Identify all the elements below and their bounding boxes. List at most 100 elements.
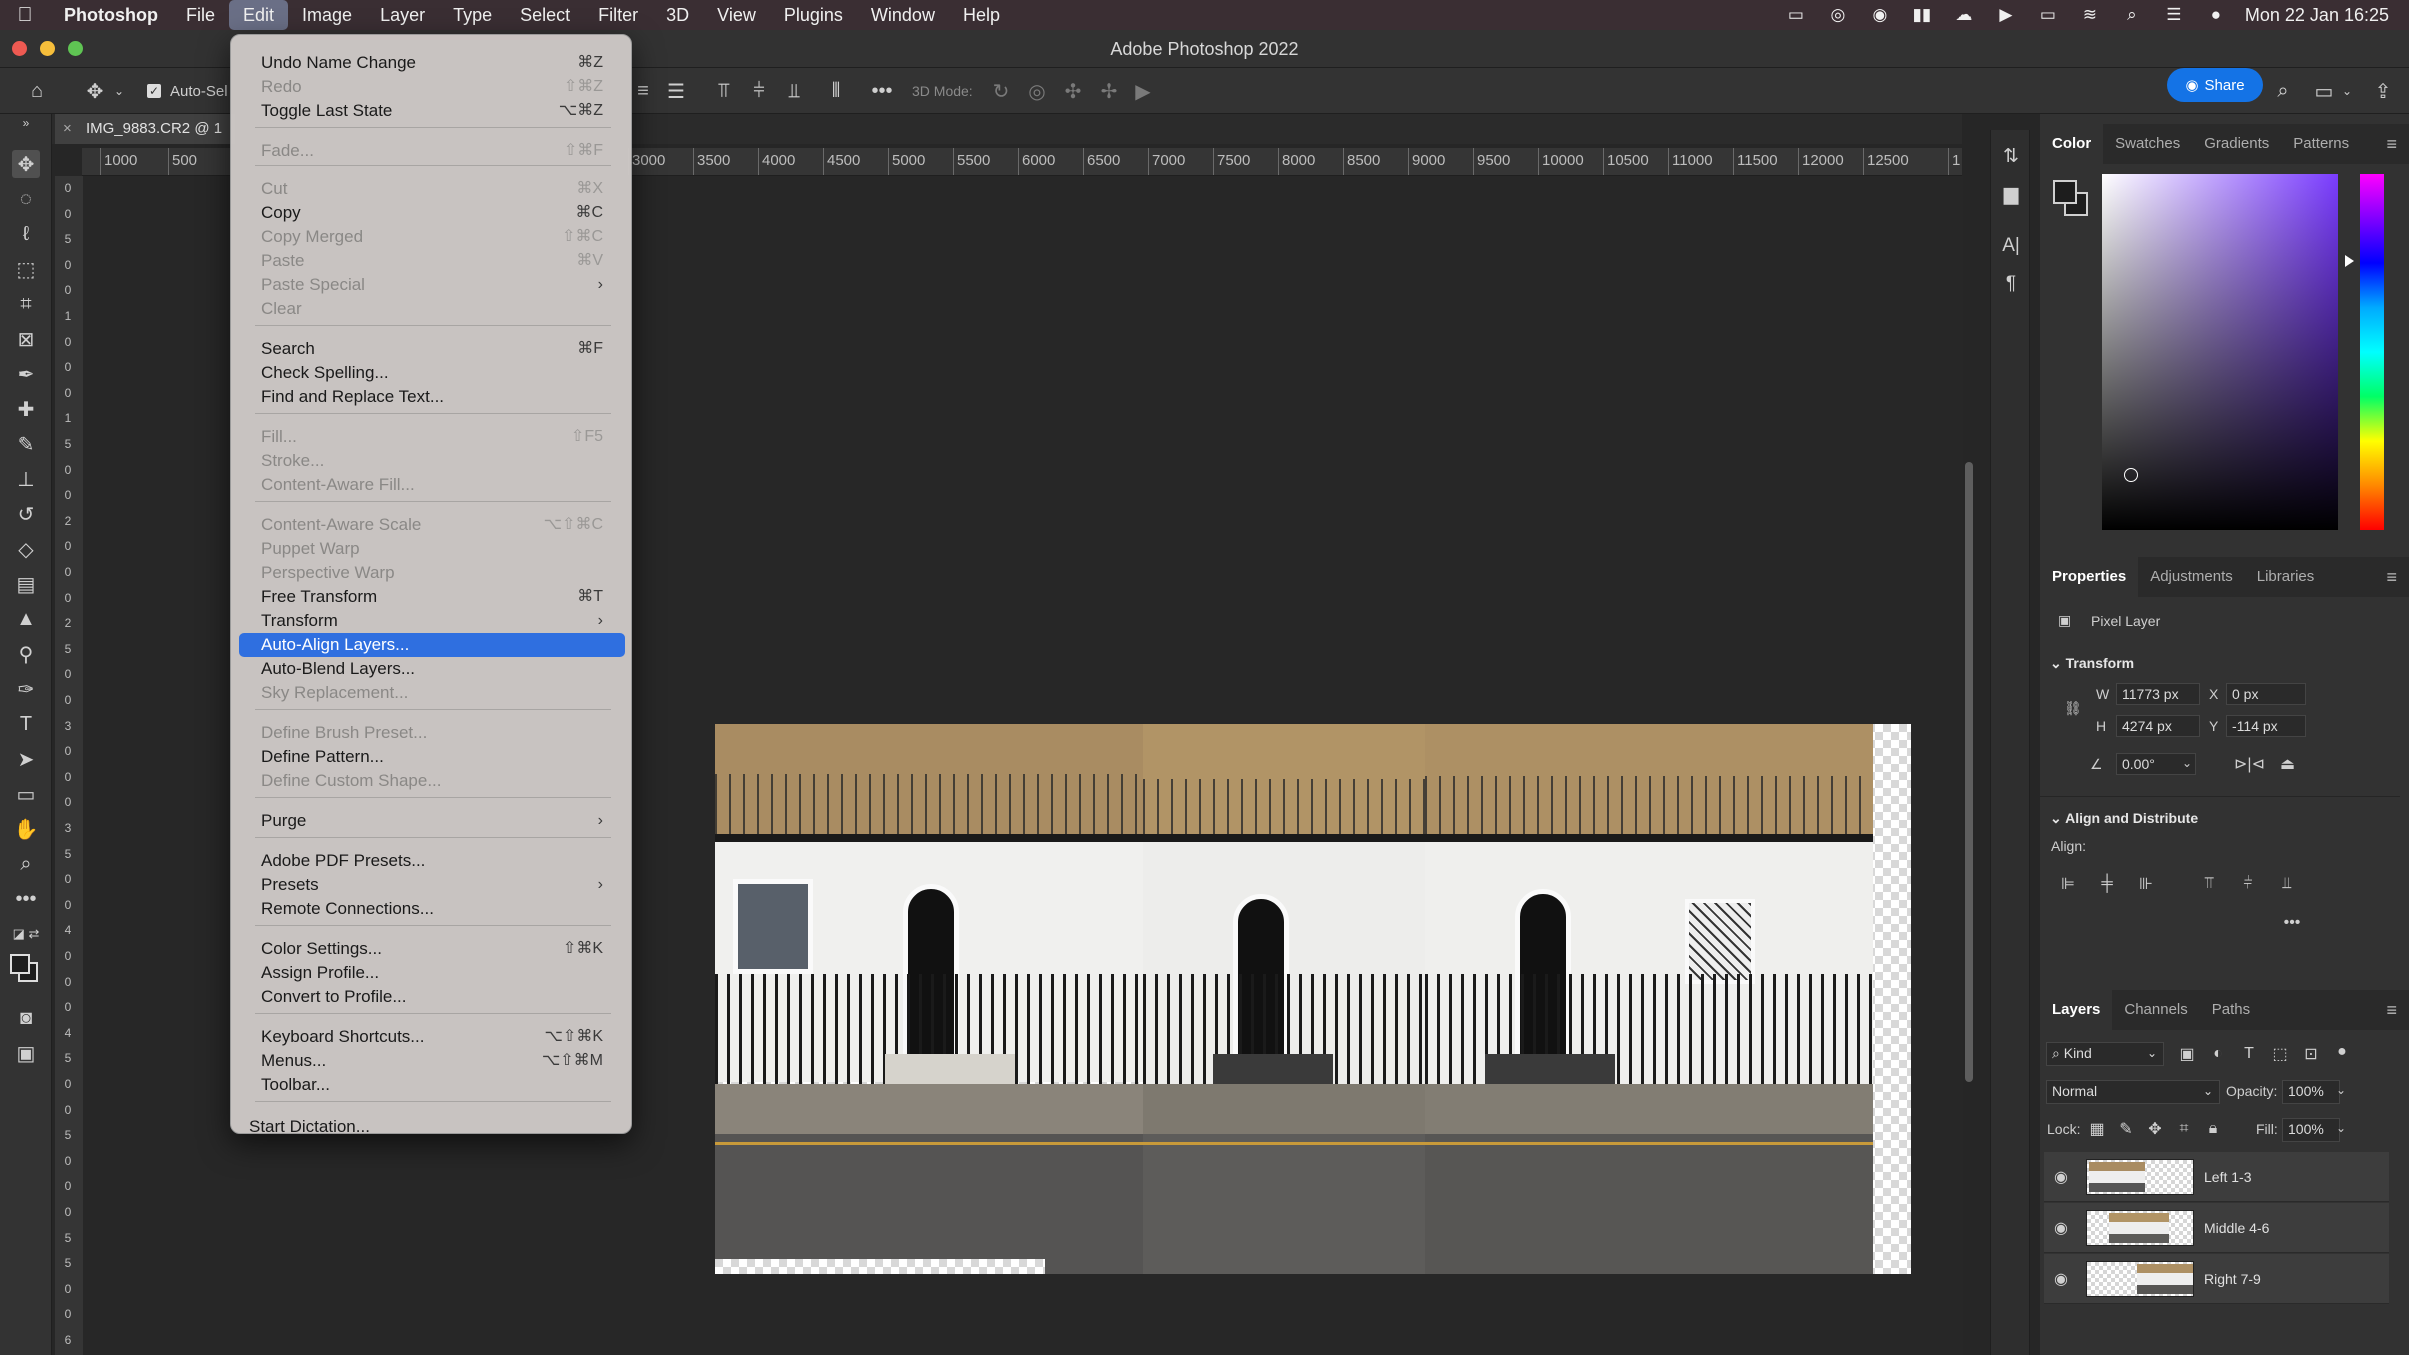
path-selection-tool-icon[interactable]: ➤ <box>12 745 40 773</box>
vertical-ruler[interactable]: 0 0 5 0 0 1 0 0 0 1 5 0 0 2 0 0 0 2 5 0 0 3 0 0 0 3 5 0 0 4 0 0 0 4 5 0 0 5 0 0… <box>55 176 83 1355</box>
filter-pixel-icon[interactable]: ▣ <box>2176 1043 2198 1065</box>
blend-mode-select[interactable]: Normal ⌄ <box>2046 1080 2220 1104</box>
menu-item-fade[interactable]: Fade... ⇧⌘F <box>261 139 611 163</box>
rectangle-tool-icon[interactable]: ▭ <box>12 780 40 808</box>
lock-transparency-icon[interactable]: ▦ <box>2086 1118 2108 1140</box>
menu-item-define-pattern[interactable]: Define Pattern... <box>261 745 611 769</box>
tab-adjustments[interactable]: Adjustments <box>2138 557 2245 597</box>
comments-panel-icon[interactable]: ▆ <box>1999 182 2023 206</box>
collapse-toolbar-icon[interactable]: » <box>12 114 40 132</box>
blur-tool-icon[interactable]: ▲ <box>12 605 40 633</box>
hand-tool-icon[interactable]: ✋ <box>12 815 40 843</box>
edit-toolbar-icon[interactable]: ••• <box>12 885 40 913</box>
home-icon[interactable]: ⌂ <box>22 78 52 104</box>
menu-item-paste-special[interactable]: Paste Special › <box>261 273 611 297</box>
angle-chevron-icon[interactable]: ⌄ <box>2182 756 2192 770</box>
menu-item-transform[interactable]: Transform › <box>261 609 611 633</box>
lock-position-icon[interactable]: ✥ <box>2144 1118 2166 1140</box>
clone-stamp-tool-icon[interactable]: ⊥ <box>12 465 40 493</box>
menu-item-define-custom-shape[interactable]: Define Custom Shape... <box>261 769 611 793</box>
menu-item-content-aware-scale[interactable]: Content-Aware Scale ⌥⇧⌘C <box>261 513 611 537</box>
transform-section-title[interactable]: ⌄ Transform <box>2050 655 2134 672</box>
visibility-eye-icon[interactable]: ◉ <box>2054 1167 2068 1187</box>
align-horizontal-centers-icon[interactable]: ╪ <box>2096 873 2118 895</box>
layer-row[interactable]: ◉ Middle 4-6 <box>2044 1203 2389 1253</box>
creative-cloud-icon[interactable]: ◎ <box>1825 5 1851 25</box>
menu-item-perspective-warp[interactable]: Perspective Warp <box>261 561 611 585</box>
opacity-chevron-icon[interactable]: ⌄ <box>2336 1083 2346 1097</box>
tab-paths[interactable]: Paths <box>2200 990 2262 1030</box>
marquee-tool-icon[interactable]: ◌ <box>12 185 40 213</box>
filter-adjustment-icon[interactable]: ◐ <box>2207 1043 2229 1065</box>
more-align-options-icon[interactable]: ••• <box>2281 912 2303 934</box>
panel-menu-icon[interactable]: ≡ <box>2386 567 2409 588</box>
apple-logo-icon[interactable]:  <box>0 4 50 27</box>
menu-item-sky-replacement[interactable]: Sky Replacement... <box>261 681 611 705</box>
align-top-icon[interactable]: ⫪ <box>713 78 735 104</box>
menu-item-cut[interactable]: Cut ⌘X <box>261 177 611 201</box>
move-tool-icon[interactable]: ✥ <box>12 150 40 178</box>
history-panel-icon[interactable]: ⇅ <box>1999 144 2023 168</box>
tab-gradients[interactable]: Gradients <box>2192 124 2281 164</box>
align-vertical-center-icon[interactable]: ⫩ <box>748 78 770 104</box>
close-tab-icon[interactable]: × <box>63 120 72 137</box>
frame-tool-icon[interactable]: ⊠ <box>12 325 40 353</box>
filter-smart-object-icon[interactable]: ⊡ <box>2300 1043 2322 1065</box>
menu-item-auto-align-layers[interactable]: Auto-Align Layers... <box>239 633 625 657</box>
layer-name[interactable]: Left 1-3 <box>2204 1169 2251 1185</box>
tab-libraries[interactable]: Libraries <box>2245 557 2327 597</box>
align-bottom-icon[interactable]: ⫫ <box>783 78 805 104</box>
menu-item-stroke[interactable]: Stroke... <box>261 449 611 473</box>
menu-item-adobe-pdf-presets[interactable]: Adobe PDF Presets... <box>261 849 611 873</box>
3d-slide-icon[interactable]: ✢ <box>1098 78 1120 104</box>
align-bottom-edges-icon[interactable]: ⫫ <box>2276 873 2298 895</box>
tab-color[interactable]: Color <box>2040 124 2104 164</box>
menu-item-convert-to-profile[interactable]: Convert to Profile... <box>261 985 611 1009</box>
play-icon[interactable]: ▶ <box>1993 5 2019 25</box>
siri-icon[interactable]: ● <box>2203 5 2229 25</box>
workspace-icon[interactable]: ▭ <box>2312 78 2336 104</box>
share-export-icon[interactable]: ⇪ <box>2370 78 2396 104</box>
menu-plugins[interactable]: Plugins <box>770 0 857 30</box>
canvas-vertical-scrollbar[interactable] <box>1965 462 1973 1082</box>
history-brush-tool-icon[interactable]: ↺ <box>12 500 40 528</box>
menu-type[interactable]: Type <box>439 0 506 30</box>
3d-camera-icon[interactable]: ▶ <box>1132 78 1154 104</box>
layer-row[interactable]: ◉ Right 7-9 <box>2044 1254 2389 1304</box>
filter-type-icon[interactable]: T <box>2238 1043 2260 1065</box>
menu-item-menus[interactable]: Menus... ⌥⇧⌘M <box>261 1049 611 1073</box>
menu-item-fill[interactable]: Fill... ⇧F5 <box>261 425 611 449</box>
weather-icon[interactable]: ☁ <box>1951 5 1977 25</box>
align-vertical-centers-icon[interactable]: ⫩ <box>2237 873 2259 895</box>
hue-slider[interactable] <box>2360 174 2384 530</box>
menu-item-color-settings[interactable]: Color Settings... ⇧⌘K <box>261 937 611 961</box>
spotlight-search-icon[interactable]: ⌕ <box>2119 5 2145 25</box>
menu-help[interactable]: Help <box>949 0 1014 30</box>
lock-all-icon[interactable]: 🔒︎ <box>2202 1118 2224 1140</box>
x-field[interactable]: 0 px <box>2226 683 2306 705</box>
align-middle-icon[interactable]: ☰ <box>665 78 687 104</box>
menu-item-copy[interactable]: Copy ⌘C <box>261 201 611 225</box>
lasso-tool-icon[interactable]: ℓ <box>12 220 40 248</box>
align-center-icon[interactable]: ≡ <box>632 78 654 104</box>
gradient-tool-icon[interactable]: ▤ <box>12 570 40 598</box>
foreground-background-swatch[interactable] <box>8 952 42 986</box>
pen-tool-icon[interactable]: ✑ <box>12 675 40 703</box>
move-tool-icon[interactable]: ✥ <box>80 78 110 104</box>
tab-properties[interactable]: Properties <box>2040 557 2139 597</box>
healing-brush-tool-icon[interactable]: ✚ <box>12 395 40 423</box>
menu-edit[interactable]: Edit <box>229 0 289 30</box>
distribute-icon[interactable]: ⦀ <box>825 78 847 104</box>
lock-artboard-icon[interactable]: ⌗ <box>2173 1118 2195 1140</box>
menu-item-puppet-warp[interactable]: Puppet Warp <box>261 537 611 561</box>
menu-item-remote-connections[interactable]: Remote Connections... <box>261 897 611 921</box>
foreground-color-swatch[interactable] <box>2053 180 2077 204</box>
layer-row[interactable]: ◉ Left 1-3 <box>2044 1152 2389 1202</box>
y-field[interactable]: -114 px <box>2226 715 2306 737</box>
document-tab[interactable]: × IMG_9883.CR2 @ 1 <box>55 114 235 144</box>
menu-item-copy-merged[interactable]: Copy Merged ⇧⌘C <box>261 225 611 249</box>
search-icon[interactable]: ⌕ <box>2270 78 2296 104</box>
default-colors-icon[interactable]: ◪ ⇄ <box>12 920 40 948</box>
align-distribute-section-title[interactable]: ⌄ Align and Distribute <box>2050 810 2198 827</box>
panel-menu-icon[interactable]: ≡ <box>2386 1000 2409 1021</box>
